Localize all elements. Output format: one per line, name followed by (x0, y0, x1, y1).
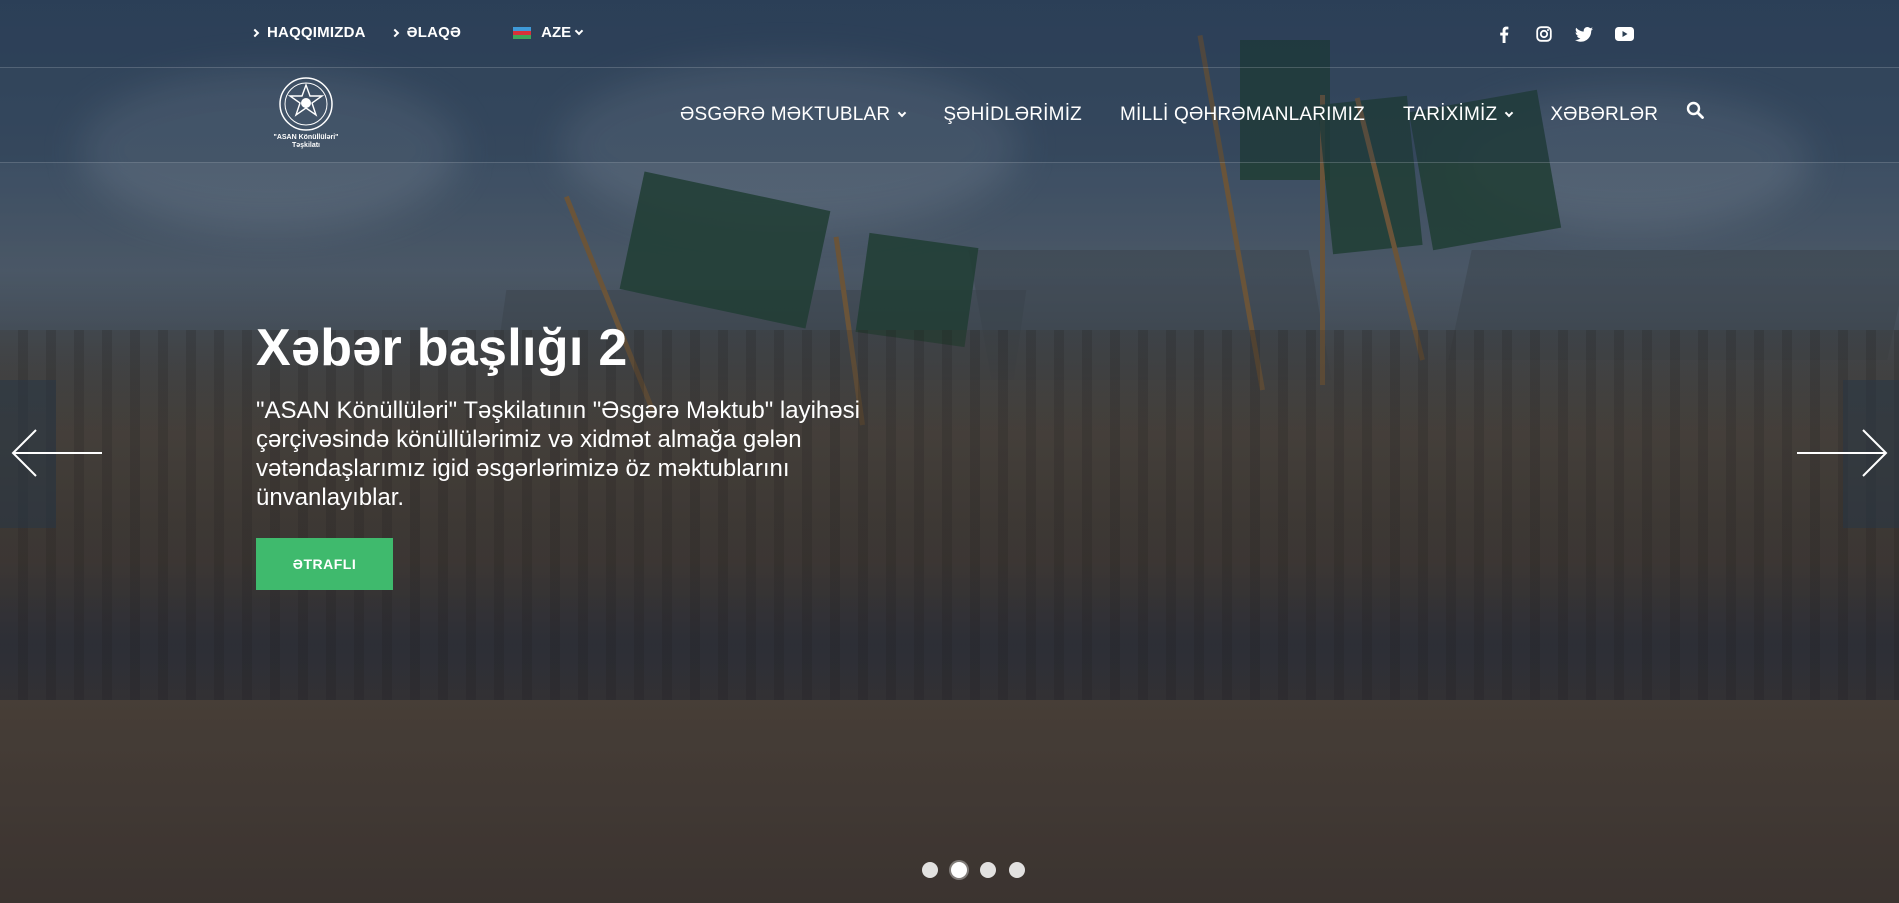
chevron-down-icon (1505, 108, 1514, 117)
carousel-dot[interactable] (951, 862, 967, 878)
hero-slider: HAQQIMIZDA ƏLAQƏ AZE "ASAN Könüllüləri" … (0, 0, 1899, 903)
nav-item-label: ƏSGƏRƏ MƏKTUBLAR (680, 104, 891, 125)
nav-item-label: ŞƏHİDLƏRİMİZ (943, 104, 1082, 125)
language-label: AZE (541, 24, 572, 41)
carousel-dots (922, 862, 1038, 878)
carousel-dot[interactable] (980, 862, 996, 878)
twitter-icon[interactable] (1572, 22, 1596, 46)
main-nav: ƏSGƏRƏ MƏKTUBLAR ŞƏHİDLƏRİMİZ MİLLİ QƏHR… (680, 101, 1706, 126)
nav-item-news[interactable]: XƏBƏRLƏR (1550, 104, 1658, 126)
chevron-right-icon (250, 28, 260, 37)
azerbaijan-flag-icon (513, 26, 532, 39)
top-links: HAQQIMIZDA ƏLAQƏ AZE (250, 24, 584, 41)
instagram-icon[interactable] (1532, 22, 1556, 46)
arrow-left-icon[interactable] (10, 428, 102, 478)
logo-caption-line: "ASAN Könüllüləri" (273, 134, 339, 141)
chevron-right-icon (390, 28, 399, 37)
top-link-contact[interactable]: ƏLAQƏ (390, 24, 462, 41)
chevron-down-icon (574, 26, 584, 35)
slide-caption: Xəbər başlığı 2 "ASAN Könüllüləri" Təşki… (256, 318, 896, 590)
carousel-dot[interactable] (1009, 862, 1025, 878)
chevron-down-icon (898, 108, 907, 117)
top-link-label: ƏLAQƏ (406, 24, 462, 41)
logo-emblem-icon (279, 77, 333, 131)
read-more-button[interactable]: ƏTRAFLI (256, 538, 393, 590)
site-logo[interactable]: "ASAN Könüllüləri" Təşkilatı (268, 76, 344, 156)
arrow-right-icon[interactable] (1797, 428, 1889, 478)
nav-item-letters-to-soldier[interactable]: ƏSGƏRƏ MƏKTUBLAR (680, 104, 907, 126)
main-navbar: "ASAN Könüllüləri" Təşkilatı ƏSGƏRƏ MƏKT… (0, 68, 1899, 163)
nav-item-history[interactable]: TARİXİMİZ (1402, 104, 1514, 126)
nav-item-label: TARİXİMİZ (1402, 104, 1498, 125)
language-selector[interactable]: AZE (513, 24, 584, 41)
nav-item-martyrs[interactable]: ŞƏHİDLƏRİMİZ (943, 104, 1082, 126)
youtube-icon[interactable] (1612, 22, 1636, 46)
search-icon[interactable] (1686, 101, 1706, 121)
slide-description: "ASAN Könüllüləri" Təşkilatının "Əsgərə … (256, 397, 860, 511)
nav-item-national-heroes[interactable]: MİLLİ QƏHRƏMANLARIMIZ (1120, 104, 1365, 126)
top-bar: HAQQIMIZDA ƏLAQƏ AZE (0, 0, 1899, 68)
top-link-about[interactable]: HAQQIMIZDA (250, 24, 366, 41)
top-link-label: HAQQIMIZDA (267, 24, 366, 41)
social-links (1492, 22, 1652, 46)
nav-item-label: MİLLİ QƏHRƏMANLARIMIZ (1119, 104, 1365, 125)
carousel-dot[interactable] (922, 862, 938, 878)
slide-title: Xəbər başlığı 2 (256, 319, 628, 377)
nav-item-label: XƏBƏRLƏR (1550, 104, 1659, 125)
logo-caption-line: Təşkilatı (291, 142, 320, 149)
logo-caption: "ASAN Könüllüləri" Təşkilatı (274, 134, 339, 150)
facebook-icon[interactable] (1492, 22, 1516, 46)
